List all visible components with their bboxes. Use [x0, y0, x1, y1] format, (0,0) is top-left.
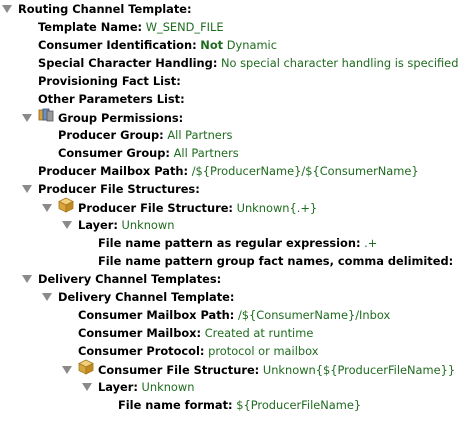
file-structure-icon — [78, 359, 94, 380]
other-parameters-list-row: Other Parameters List: — [38, 90, 185, 108]
producer-group-row: Producer Group: All Partners — [58, 126, 232, 144]
expand-triangle-icon[interactable] — [62, 220, 72, 229]
producer-group-label: Producer Group: — [58, 128, 164, 142]
file-name-pattern-regex-value: .+ — [364, 236, 378, 250]
consumer-identification-label: Consumer Identification: — [38, 38, 197, 52]
file-name-format-row: File name format: ${ProducerFileName} — [118, 396, 361, 414]
producer-file-structure-value: Unknown{.+} — [236, 201, 318, 215]
template-name-label: Template Name: — [38, 20, 143, 34]
template-name-row: Template Name: W_SEND_FILE — [38, 18, 224, 36]
producer-mailbox-path-value: /${ProducerName}/${ConsumerName} — [191, 164, 419, 178]
consumer-group-row: Consumer Group: All Partners — [58, 144, 239, 162]
expand-triangle-icon[interactable] — [62, 365, 72, 374]
consumer-file-structure-value: Unknown{${ProducerFileName}} — [262, 363, 456, 377]
file-name-format-value: ${ProducerFileName} — [236, 398, 362, 412]
consumer-group-label: Consumer Group: — [58, 146, 170, 160]
routing-channel-template-label: Routing Channel Template: — [18, 2, 192, 16]
group-permissions-label: Group Permissions: — [58, 111, 184, 125]
layer-1-node[interactable]: Layer: Unknown — [62, 216, 174, 234]
consumer-protocol-row: Consumer Protocol: protocol or mailbox — [78, 342, 318, 360]
producer-group-value: All Partners — [167, 128, 233, 142]
delivery-channel-templates-node[interactable]: Delivery Channel Templates: — [22, 270, 221, 288]
consumer-identification-value-rest: Dynamic — [223, 38, 277, 52]
consumer-protocol-label: Consumer Protocol: — [78, 344, 205, 358]
special-character-handling-label: Special Character Handling: — [38, 56, 218, 70]
consumer-identification-value-not: Not — [200, 38, 224, 52]
producer-mailbox-path-label: Producer Mailbox Path: — [38, 164, 189, 178]
file-name-pattern-regex-label: File name pattern as regular expression: — [98, 236, 361, 250]
layer-2-label: Layer: — [98, 380, 138, 394]
layer-1-label: Layer: — [78, 218, 118, 232]
file-structure-icon — [58, 197, 74, 218]
consumer-mailbox-path-row: Consumer Mailbox Path: /${ConsumerName}/… — [78, 306, 390, 324]
file-name-pattern-regex-row: File name pattern as regular expression:… — [98, 234, 377, 252]
expand-triangle-icon[interactable] — [22, 113, 32, 122]
consumer-mailbox-value: Created at runtime — [204, 326, 314, 340]
delivery-channel-template-node[interactable]: Delivery Channel Template: — [42, 288, 234, 306]
provisioning-fact-list-label: Provisioning Fact List: — [38, 74, 181, 88]
producer-file-structures-label: Producer File Structures: — [38, 182, 200, 196]
consumer-file-structure-node[interactable]: Consumer File Structure: Unknown{${Produ… — [62, 359, 456, 380]
consumer-mailbox-path-label: Consumer Mailbox Path: — [78, 308, 235, 322]
consumer-file-structure-label: Consumer File Structure: — [98, 363, 260, 377]
consumer-mailbox-row: Consumer Mailbox: Created at runtime — [78, 324, 313, 342]
provisioning-fact-list-row: Provisioning Fact List: — [38, 72, 181, 90]
expand-triangle-icon[interactable] — [2, 4, 12, 13]
layer-2-value: Unknown — [141, 380, 195, 394]
consumer-mailbox-label: Consumer Mailbox: — [78, 326, 202, 340]
consumer-mailbox-path-value: /${ConsumerName}/Inbox — [237, 308, 391, 322]
producer-mailbox-path-row: Producer Mailbox Path: /${ProducerName}/… — [38, 162, 419, 180]
layer-1-value: Unknown — [121, 218, 175, 232]
consumer-protocol-value: protocol or mailbox — [208, 344, 319, 358]
group-permissions-icon — [38, 107, 54, 128]
producer-file-structures-node[interactable]: Producer File Structures: — [22, 180, 200, 198]
template-name-value: W_SEND_FILE — [145, 20, 224, 34]
expand-triangle-icon[interactable] — [22, 274, 32, 283]
routing-channel-template-node[interactable]: Routing Channel Template: — [2, 0, 192, 18]
consumer-group-value: All Partners — [173, 146, 239, 160]
delivery-channel-template-label: Delivery Channel Template: — [58, 290, 235, 304]
file-name-pattern-group-row: File name pattern group fact names, comm… — [98, 252, 453, 270]
consumer-identification-row: Consumer Identification: Not Dynamic — [38, 36, 277, 54]
producer-file-structure-node[interactable]: Producer File Structure: Unknown{.+} — [42, 197, 318, 218]
expand-triangle-icon[interactable] — [42, 203, 52, 212]
expand-triangle-icon[interactable] — [82, 382, 92, 391]
other-parameters-list-label: Other Parameters List: — [38, 92, 185, 106]
producer-file-structure-label: Producer File Structure: — [78, 201, 233, 215]
file-name-pattern-group-label: File name pattern group fact names, comm… — [98, 254, 454, 268]
delivery-channel-templates-label: Delivery Channel Templates: — [38, 272, 222, 286]
special-character-handling-value: No special character handling is specifi… — [221, 56, 459, 70]
expand-triangle-icon[interactable] — [42, 292, 52, 301]
expand-triangle-icon[interactable] — [22, 184, 32, 193]
group-permissions-node[interactable]: Group Permissions: — [22, 108, 183, 126]
layer-2-node[interactable]: Layer: Unknown — [82, 378, 194, 396]
file-name-format-label: File name format: — [118, 398, 233, 412]
special-character-handling-row: Special Character Handling: No special c… — [38, 54, 458, 72]
